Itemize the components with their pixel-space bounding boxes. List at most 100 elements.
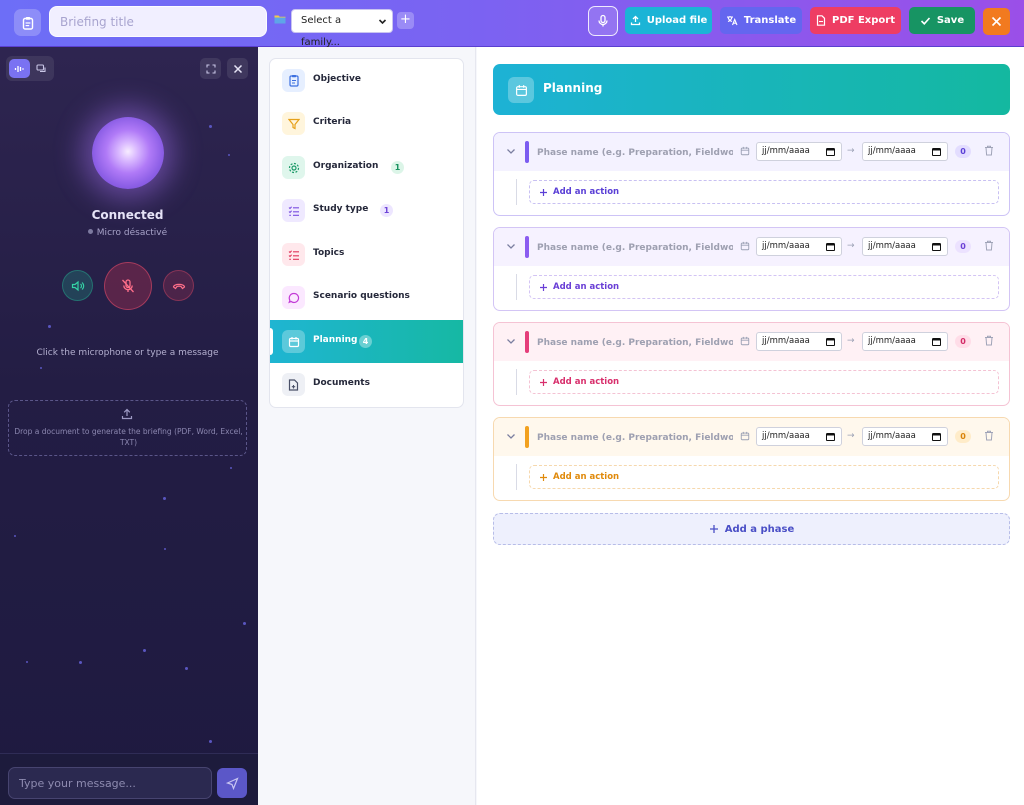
connection-status: Connected	[91, 208, 164, 222]
trash-icon[interactable]	[984, 240, 994, 251]
star-decoration	[230, 467, 232, 469]
nav-item-scenario-questions[interactable]: Scenario questions	[270, 276, 463, 319]
phase-header: jj/mm/aaaa → jj/mm/aaaa 0	[494, 228, 1009, 266]
nav-item-study-type[interactable]: Study type 1	[270, 189, 463, 232]
calendar-picker-icon	[932, 433, 941, 441]
close-button[interactable]	[983, 8, 1010, 35]
star-decoration	[26, 661, 28, 663]
nav-item-organization[interactable]: Organization 1	[270, 146, 463, 189]
nav-item-objective[interactable]: Objective	[270, 59, 463, 102]
add-phase-label: Add a phase	[724, 523, 795, 535]
end-date-input[interactable]: jj/mm/aaaa	[862, 142, 948, 161]
end-date-input[interactable]: jj/mm/aaaa	[862, 332, 948, 351]
section-header: Planning	[493, 64, 1010, 115]
family-select[interactable]: Select a family...	[291, 9, 393, 48]
nav-item-topics[interactable]: Topics	[270, 233, 463, 276]
speaker-button[interactable]	[62, 270, 93, 301]
phase-color-bar	[525, 331, 529, 353]
nav-item-planning[interactable]: Planning 4	[270, 320, 463, 363]
phase-name-input[interactable]	[537, 335, 733, 350]
translate-button[interactable]: Translate	[720, 7, 802, 34]
trash-icon[interactable]	[984, 335, 994, 346]
calendar-icon	[508, 77, 534, 103]
save-button[interactable]: Save	[909, 7, 975, 34]
date-range-arrow: →	[847, 146, 855, 156]
start-date-input[interactable]: jj/mm/aaaa	[756, 427, 842, 446]
phase-body: Add an action	[494, 361, 1009, 405]
upload-file-button[interactable]: Upload file	[625, 7, 712, 34]
add-phase-button[interactable]: Add a phase	[493, 513, 1010, 545]
message-composer	[0, 753, 258, 805]
start-date-value: jj/mm/aaaa	[762, 146, 810, 156]
microphone-icon	[598, 14, 608, 27]
star-decoration	[79, 661, 82, 664]
phase-card: jj/mm/aaaa → jj/mm/aaaa 0 Add an action	[493, 132, 1010, 216]
briefing-title-input[interactable]	[49, 6, 267, 37]
nav-item-label: Study type	[313, 204, 369, 214]
nav-item-documents[interactable]: Documents	[270, 363, 463, 406]
star-decoration	[209, 740, 212, 743]
section-list: Objective Criteria Organization 1 Study …	[269, 58, 464, 408]
start-date-value: jj/mm/aaaa	[762, 431, 810, 441]
chevron-down-icon[interactable]	[506, 337, 516, 345]
status-dot	[87, 229, 93, 234]
expand-button[interactable]	[200, 58, 221, 79]
phase-name-input[interactable]	[537, 145, 733, 160]
voice-orb	[92, 117, 164, 189]
chevron-down-icon[interactable]	[506, 147, 516, 155]
start-date-input[interactable]: jj/mm/aaaa	[756, 142, 842, 161]
add-action-button[interactable]: Add an action	[529, 465, 999, 489]
end-date-value: jj/mm/aaaa	[868, 336, 916, 346]
pdf-export-label: PDF Export	[832, 15, 895, 26]
plus-icon	[540, 283, 547, 291]
chevron-down-icon[interactable]	[506, 242, 516, 250]
phase-name-input[interactable]	[537, 430, 733, 445]
nav-item-criteria[interactable]: Criteria	[270, 102, 463, 145]
plus-icon	[540, 188, 547, 196]
start-date-input[interactable]: jj/mm/aaaa	[756, 332, 842, 351]
timeline-line	[516, 179, 517, 205]
star-decoration	[209, 125, 212, 128]
close-panel-button[interactable]	[227, 58, 248, 79]
star-decoration	[228, 154, 230, 156]
add-action-button[interactable]: Add an action	[529, 275, 999, 299]
phase-card: jj/mm/aaaa → jj/mm/aaaa 0 Add an action	[493, 417, 1010, 501]
calendar-icon	[740, 431, 750, 441]
trash-icon[interactable]	[984, 145, 994, 156]
message-input[interactable]	[8, 767, 212, 799]
star-decoration	[143, 649, 146, 652]
hang-up-button[interactable]	[163, 270, 194, 301]
star-decoration	[48, 325, 51, 328]
phase-header: jj/mm/aaaa → jj/mm/aaaa 0	[494, 133, 1009, 171]
phase-header: jj/mm/aaaa → jj/mm/aaaa 0	[494, 418, 1009, 456]
add-family-button[interactable]: +	[397, 12, 414, 29]
count-badge: 1	[380, 204, 393, 217]
chevron-down-icon[interactable]	[506, 432, 516, 440]
phase-header: jj/mm/aaaa → jj/mm/aaaa 0	[494, 323, 1009, 361]
mute-microphone-button[interactable]	[104, 262, 152, 310]
add-action-button[interactable]: Add an action	[529, 180, 999, 204]
add-action-button[interactable]: Add an action	[529, 370, 999, 394]
voice-mode-button[interactable]	[9, 59, 30, 78]
calendar-icon	[740, 336, 750, 346]
checklist-icon	[282, 199, 305, 222]
end-date-input[interactable]: jj/mm/aaaa	[862, 237, 948, 256]
star-decoration	[14, 535, 16, 537]
document-drop-zone[interactable]: Drop a document to generate the briefing…	[8, 400, 247, 456]
gear-icon	[282, 156, 305, 179]
microphone-button[interactable]	[588, 6, 618, 36]
add-action-label: Add an action	[553, 472, 620, 482]
trash-icon[interactable]	[984, 430, 994, 441]
start-date-input[interactable]: jj/mm/aaaa	[756, 237, 842, 256]
phase-name-input[interactable]	[537, 240, 733, 255]
send-button[interactable]	[217, 768, 247, 798]
phase-body: Add an action	[494, 456, 1009, 500]
mic-status: Micro désactivé	[0, 228, 255, 238]
action-count-badge: 0	[955, 145, 971, 158]
calendar-icon	[740, 146, 750, 156]
close-icon	[233, 64, 242, 73]
chat-mode-button[interactable]	[32, 59, 51, 78]
phase-body: Add an action	[494, 171, 1009, 215]
pdf-export-button[interactable]: PDF Export	[810, 7, 901, 34]
end-date-input[interactable]: jj/mm/aaaa	[862, 427, 948, 446]
